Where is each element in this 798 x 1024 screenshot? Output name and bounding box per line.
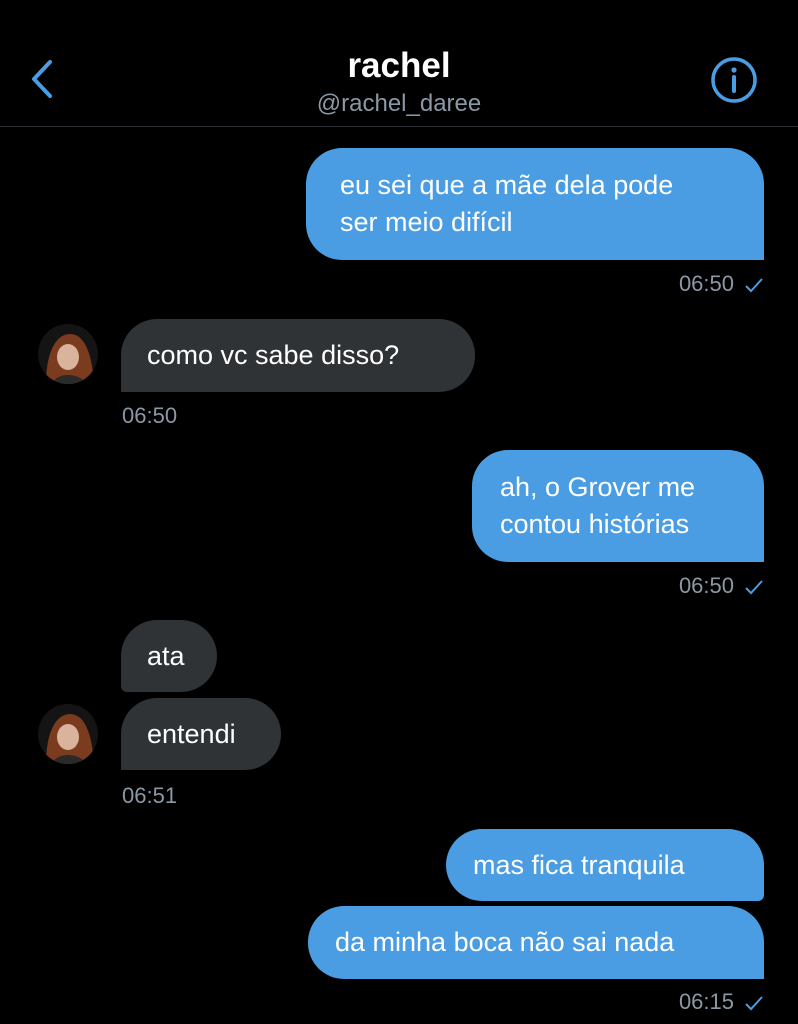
- message-line: da minha boca não sai nada: [335, 927, 675, 957]
- message-timestamp: 06:15: [560, 989, 764, 1015]
- avatar-image: [38, 704, 98, 764]
- message-bubble-sent[interactable]: mas fica tranquila: [446, 829, 764, 901]
- avatar[interactable]: [38, 704, 98, 764]
- message-line: eu sei que a mãe dela pode: [340, 170, 674, 200]
- message-timestamp: 06:51: [122, 783, 178, 808]
- message-timestamp: 06:50: [560, 573, 764, 599]
- read-check-icon: [745, 580, 763, 595]
- message-line: mas fica tranquila: [473, 850, 685, 880]
- message-line: ata: [147, 641, 185, 671]
- avatar-image: [38, 324, 98, 384]
- message-line: ah, o Grover me: [500, 472, 696, 502]
- info-circle-icon: [711, 57, 757, 103]
- message-timestamp: 06:50: [560, 271, 764, 297]
- message-bubble-sent[interactable]: eu sei que a mãe dela pode ser meio difí…: [306, 148, 764, 260]
- contact-handle: @rachel_daree: [316, 90, 482, 117]
- message-timestamp: 06:50: [122, 403, 178, 428]
- message-bubble-sent[interactable]: ah, o Grover me contou histórias: [472, 450, 764, 562]
- message-line: entendi: [147, 719, 236, 749]
- message-bubble-received[interactable]: ata: [121, 620, 217, 692]
- message-bubble-received[interactable]: entendi: [121, 698, 281, 770]
- info-button[interactable]: [710, 56, 758, 104]
- timestamp-text: 06:15: [678, 989, 734, 1014]
- message-line: contou histórias: [500, 509, 690, 539]
- conversation-header: rachel @rachel_daree: [0, 0, 798, 127]
- message-line: ser meio difícil: [340, 207, 513, 237]
- message-bubble-sent[interactable]: da minha boca não sai nada: [308, 906, 764, 979]
- timestamp-text: 06:50: [678, 271, 734, 296]
- contact-name[interactable]: rachel: [0, 46, 798, 86]
- read-check-icon: [745, 278, 763, 293]
- message-line: como vc sabe disso?: [147, 340, 400, 370]
- avatar[interactable]: [38, 324, 98, 384]
- message-bubble-received[interactable]: como vc sabe disso?: [121, 319, 475, 392]
- timestamp-text: 06:50: [678, 573, 734, 598]
- read-check-icon: [745, 996, 763, 1011]
